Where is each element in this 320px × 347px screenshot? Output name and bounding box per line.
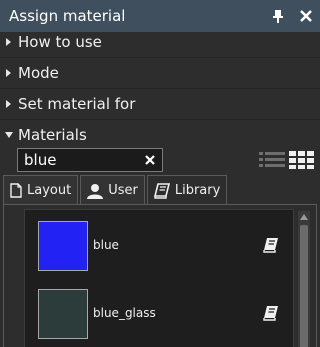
material-name: blue [93, 238, 119, 252]
document-icon [10, 183, 22, 198]
divider [0, 57, 320, 58]
material-item-blue-glass[interactable]: blue_glass [25, 281, 295, 345]
section-set-material-for[interactable]: Set material for [0, 90, 320, 118]
material-name: blue_glass [93, 306, 156, 320]
scroll-up-icon[interactable] [298, 211, 310, 223]
divider [0, 88, 320, 89]
tab-label: Library [174, 183, 221, 198]
list-view-icon [259, 152, 285, 167]
book-icon[interactable] [263, 305, 279, 325]
expand-arrow-icon [0, 99, 18, 109]
tab-layout[interactable]: Layout [3, 175, 79, 205]
section-label: Materials [18, 126, 87, 144]
book-icon [153, 182, 170, 199]
list-view-button[interactable] [258, 148, 286, 172]
library-panel: blue blue_glass [3, 204, 317, 347]
close-icon [300, 10, 312, 22]
material-search-field[interactable]: blue [17, 148, 163, 172]
expand-arrow-icon [0, 68, 18, 78]
divider [0, 119, 320, 120]
collapse-arrow-icon [0, 131, 18, 139]
clear-search-button[interactable] [138, 149, 162, 171]
grid-view-icon [289, 151, 314, 169]
section-mode[interactable]: Mode [0, 59, 320, 87]
pin-icon [273, 10, 283, 23]
expand-arrow-icon [0, 37, 18, 47]
list-scrollbar[interactable] [298, 211, 310, 347]
tab-label: Layout [27, 183, 72, 198]
material-item-blue[interactable]: blue [25, 213, 295, 277]
scrollbar-thumb[interactable] [300, 225, 308, 347]
material-list: blue blue_glass [24, 209, 294, 347]
material-swatch [38, 289, 88, 339]
tab-library[interactable]: Library [146, 175, 228, 205]
clear-icon [145, 155, 155, 165]
section-how-to-use[interactable]: How to use [0, 28, 320, 56]
section-label: Set material for [18, 95, 136, 113]
section-label: How to use [18, 33, 102, 51]
user-icon [87, 183, 104, 199]
search-input[interactable]: blue [24, 151, 138, 169]
window-title: Assign material [9, 7, 126, 25]
book-icon[interactable] [263, 237, 279, 257]
material-swatch [38, 221, 88, 271]
material-source-tabs: Layout User Library [3, 175, 229, 205]
section-label: Mode [18, 64, 59, 82]
grid-view-button[interactable] [288, 148, 316, 172]
tab-label: User [108, 183, 138, 198]
tab-user[interactable]: User [80, 175, 145, 205]
section-materials[interactable]: Materials [0, 121, 320, 149]
